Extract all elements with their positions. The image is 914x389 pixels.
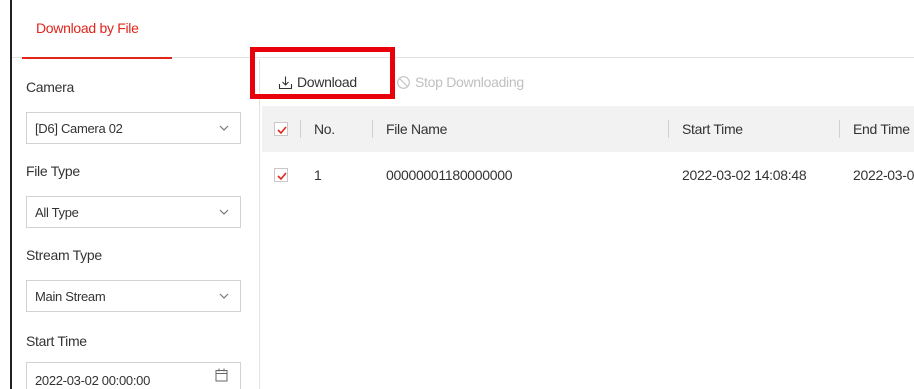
column-header-end-time[interactable]: End Time <box>853 106 914 152</box>
row-select-cell <box>274 152 294 198</box>
file-type-label: File Type <box>26 163 80 179</box>
chevron-down-icon <box>219 209 229 215</box>
table-row[interactable]: 1 00000001180000000 2022-03-02 14:08:48 … <box>262 152 914 198</box>
prohibited-icon <box>397 75 410 89</box>
chevron-down-icon <box>219 125 229 131</box>
row-checkbox[interactable] <box>274 168 288 182</box>
start-time-label: Start Time <box>26 333 87 349</box>
download-label: Download <box>297 74 357 90</box>
file-table: No. File Name Start Time End Time 1 0000… <box>262 106 914 389</box>
select-all-cell <box>274 106 294 152</box>
cell-file-name: 00000001180000000 <box>386 167 513 183</box>
tab-label: Download by File <box>36 20 139 36</box>
column-separator <box>839 120 840 138</box>
tab-download-by-file[interactable]: Download by File <box>22 0 172 59</box>
stop-downloading-button[interactable]: Stop Downloading <box>396 71 524 93</box>
cell-start-time: 2022-03-02 14:08:48 <box>682 167 807 183</box>
checkmark-icon <box>277 126 287 135</box>
tab-bar: Download by File <box>12 0 914 59</box>
stop-downloading-label: Stop Downloading <box>415 74 524 90</box>
chevron-down-icon <box>219 293 229 299</box>
file-type-select-value: All Type <box>35 205 79 220</box>
file-type-select[interactable]: All Type <box>26 196 241 228</box>
column-header-start-time[interactable]: Start Time <box>682 106 842 152</box>
stream-type-label: Stream Type <box>26 247 102 263</box>
column-separator <box>668 120 669 138</box>
filter-panel: Camera [D6] Camera 02 File Type All Type… <box>12 59 260 389</box>
camera-select-value: [D6] Camera 02 <box>35 121 123 136</box>
column-separator <box>300 120 301 138</box>
download-button[interactable]: Download <box>278 71 357 93</box>
checkmark-icon <box>277 172 287 181</box>
column-header-no[interactable]: No. <box>314 106 374 152</box>
select-all-checkbox[interactable] <box>274 122 288 136</box>
calendar-icon <box>215 368 228 382</box>
cell-no: 1 <box>314 167 322 183</box>
download-icon <box>278 76 293 89</box>
camera-label: Camera <box>26 79 74 95</box>
table-header: No. File Name Start Time End Time <box>262 106 914 152</box>
toolbar: Download Stop Downloading <box>262 59 914 105</box>
camera-select[interactable]: [D6] Camera 02 <box>26 112 241 144</box>
column-separator <box>372 120 373 138</box>
cell-end-time: 2022-03-02 <box>853 167 914 183</box>
column-header-file-name[interactable]: File Name <box>386 106 666 152</box>
start-time-picker[interactable]: 2022-03-02 00:00:00 <box>26 362 241 389</box>
stream-type-select[interactable]: Main Stream <box>26 280 241 312</box>
start-time-value: 2022-03-02 00:00:00 <box>35 373 151 388</box>
stream-type-select-value: Main Stream <box>35 289 106 304</box>
